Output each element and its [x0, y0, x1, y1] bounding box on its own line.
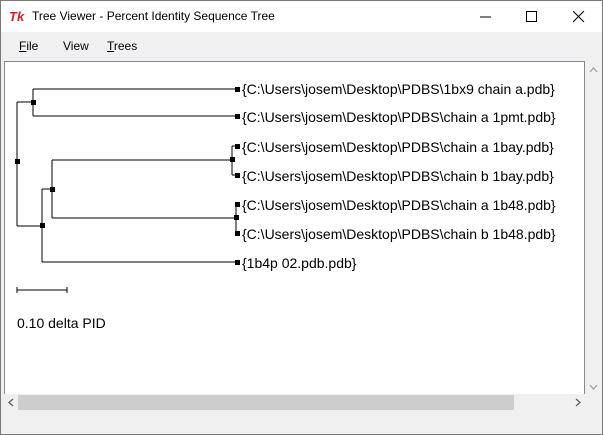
- minimize-icon: [480, 16, 491, 18]
- maximize-icon: [526, 11, 537, 22]
- leaf-label[interactable]: {1b4p 02.pdb.pdb}: [242, 255, 357, 271]
- node-marker[interactable]: [31, 100, 36, 105]
- scroll-thumb[interactable]: [18, 395, 514, 410]
- node-marker[interactable]: [15, 159, 20, 164]
- close-button[interactable]: [556, 1, 602, 32]
- leaf-label[interactable]: {C:\Users\josem\Desktop\PDBS\chain a 1ba…: [242, 139, 554, 155]
- scroll-left-icon[interactable]: [4, 394, 18, 411]
- leaf-marker[interactable]: [235, 260, 240, 265]
- close-icon: [573, 11, 585, 23]
- phylogenetic-tree: {C:\Users\josem\Desktop\PDBS\1bx9 chain …: [15, 81, 556, 331]
- title-bar[interactable]: Tk Tree Viewer - Percent Identity Sequen…: [1, 1, 602, 32]
- leaf-marker[interactable]: [235, 114, 240, 119]
- leaf-label[interactable]: {C:\Users\josem\Desktop\PDBS\chain b 1b4…: [242, 226, 556, 242]
- tk-feather-icon: Tk: [9, 9, 25, 24]
- leaf-label[interactable]: {C:\Users\josem\Desktop\PDBS\chain a 1pm…: [242, 109, 556, 125]
- scale-label: 0.10 delta PID: [17, 315, 106, 331]
- vertical-scrollbar[interactable]: [585, 61, 602, 395]
- leaf-marker[interactable]: [235, 87, 240, 92]
- maximize-button[interactable]: [509, 1, 555, 32]
- svg-text:Tk: Tk: [9, 9, 25, 24]
- leaf-marker[interactable]: [235, 173, 240, 178]
- scroll-down-icon[interactable]: [585, 378, 602, 395]
- tree-nodes: [15, 87, 240, 265]
- menu-trees[interactable]: Trees: [107, 39, 137, 53]
- scroll-up-icon[interactable]: [585, 61, 602, 78]
- node-marker[interactable]: [230, 157, 235, 162]
- leaf-label[interactable]: {C:\Users\josem\Desktop\PDBS\1bx9 chain …: [242, 81, 555, 97]
- leaf-label[interactable]: {C:\Users\josem\Desktop\PDBS\chain b 1ba…: [242, 168, 554, 184]
- leaf-marker[interactable]: [235, 144, 240, 149]
- scroll-right-icon[interactable]: [571, 394, 585, 411]
- minimize-button[interactable]: [463, 1, 509, 32]
- node-marker[interactable]: [50, 187, 55, 192]
- tree-viewer-window: Tk Tree Viewer - Percent Identity Sequen…: [0, 0, 603, 435]
- tree-canvas[interactable]: {C:\Users\josem\Desktop\PDBS\1bx9 chain …: [4, 61, 585, 395]
- leaf-labels: {C:\Users\josem\Desktop\PDBS\1bx9 chain …: [17, 81, 556, 331]
- node-marker[interactable]: [40, 223, 45, 228]
- window-title: Tree Viewer - Percent Identity Sequence …: [32, 9, 275, 23]
- horizontal-scrollbar[interactable]: [4, 394, 585, 411]
- leaf-marker[interactable]: [235, 231, 240, 236]
- leaf-label[interactable]: {C:\Users\josem\Desktop\PDBS\chain a 1b4…: [242, 197, 556, 213]
- leaf-marker[interactable]: [235, 202, 240, 207]
- menu-file[interactable]: File: [19, 39, 38, 53]
- menu-view[interactable]: View: [63, 39, 89, 53]
- menu-bar: File View Trees: [1, 33, 602, 59]
- node-marker[interactable]: [234, 215, 239, 220]
- window-bottom-edge: [1, 412, 602, 434]
